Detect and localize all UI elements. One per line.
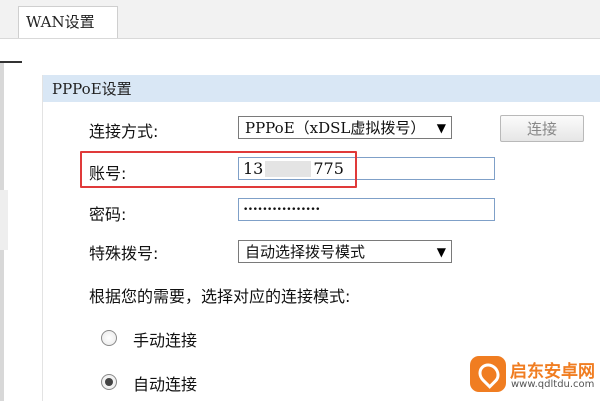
- watermark: 启东安卓网 www.qdltdu.com: [470, 354, 598, 398]
- dropdown-arrow-icon: ▼: [436, 121, 446, 135]
- connection-type-label: 连接方式:: [89, 122, 159, 141]
- account-highlight-box: [80, 151, 357, 188]
- special-dialing-value: 自动选择拨号模式: [245, 243, 366, 261]
- connect-button[interactable]: 连接: [500, 115, 584, 142]
- password-masked-value: ••••••••••••••••: [243, 205, 320, 215]
- password-label: 密码:: [89, 205, 127, 224]
- watermark-logo-icon: [470, 356, 506, 392]
- connection-type-select[interactable]: PPPoE（xDSL虚拟拨号） ▼: [238, 116, 452, 139]
- mode-prompt: 根据您的需要，选择对应的连接模式:: [89, 287, 351, 306]
- password-input[interactable]: ••••••••••••••••: [238, 198, 495, 221]
- special-dialing-select[interactable]: 自动选择拨号模式 ▼: [238, 240, 452, 263]
- manual-connect-radio[interactable]: [101, 330, 117, 346]
- left-rail-block: [0, 190, 8, 250]
- special-dialing-label: 特殊拨号:: [89, 244, 159, 263]
- manual-connect-label[interactable]: 手动连接: [133, 327, 197, 351]
- auto-connect-radio[interactable]: [101, 374, 117, 390]
- auto-connect-label[interactable]: 自动连接: [133, 371, 197, 395]
- watermark-url: www.qdltdu.com: [511, 379, 595, 390]
- tab-wan-settings[interactable]: WAN设置: [18, 6, 118, 38]
- section-title: PPPoE设置: [43, 75, 600, 102]
- dropdown-arrow-icon: ▼: [436, 245, 446, 259]
- connection-type-value: PPPoE（xDSL虚拟拨号）: [245, 119, 426, 137]
- tab-bar: WAN设置: [0, 0, 600, 39]
